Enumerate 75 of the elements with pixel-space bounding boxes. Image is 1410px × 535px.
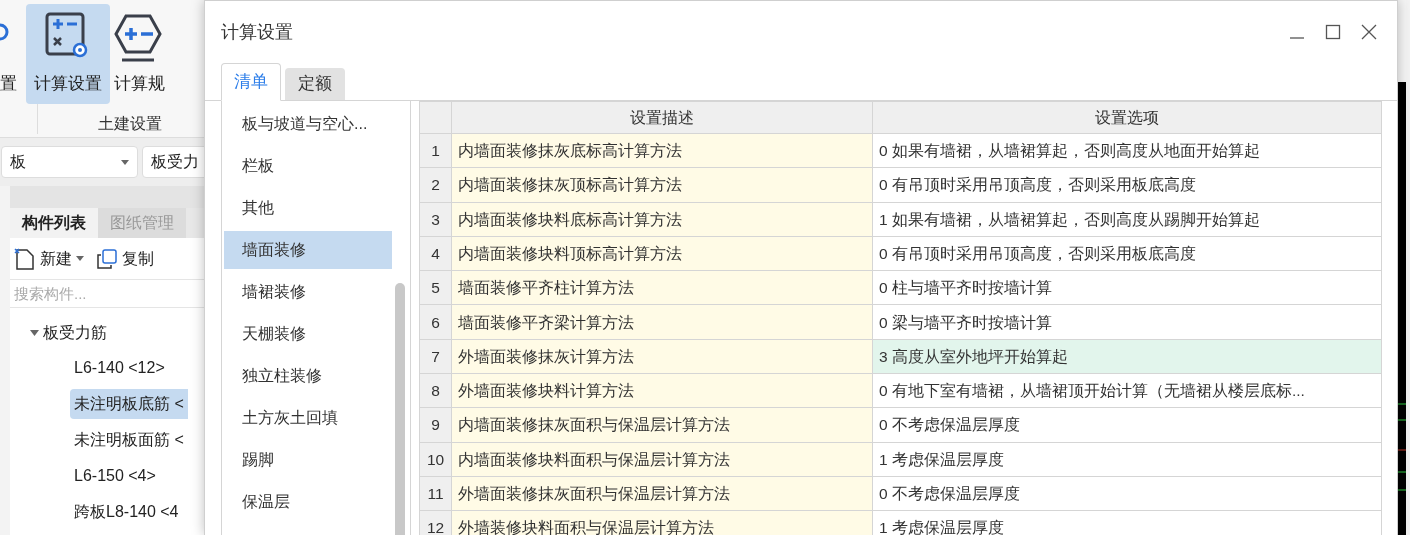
new-file-icon <box>14 247 36 270</box>
table-cell[interactable]: 0 梁与墙平齐时按墙计算 <box>872 305 1382 340</box>
ribbon-group-label: 土建设置 <box>98 114 162 134</box>
row-number: 5 <box>419 270 452 305</box>
search-field[interactable]: 搜索构件... <box>10 280 210 308</box>
ribbon-button[interactable]: 计算规 <box>114 4 198 104</box>
table-cell[interactable]: 0 有地下室有墙裙，从墙裙顶开始计算（无墙裙从楼层底标... <box>872 373 1382 408</box>
tree-item[interactable]: 板受力筋 <box>43 321 107 345</box>
table-cell[interactable]: 3 高度从室外地坪开始算起 <box>872 339 1382 374</box>
copy-icon <box>96 247 118 270</box>
category-item[interactable]: 土方灰土回填 <box>224 399 392 437</box>
maximize-icon[interactable] <box>1325 24 1341 40</box>
table-cell: 墙面装修平齐柱计算方法 <box>451 270 873 305</box>
table-cell: 内墙面装修抹灰面积与保温层计算方法 <box>451 407 873 443</box>
row-number: 10 <box>419 442 452 477</box>
toolbar-button[interactable]: 新建 <box>14 246 84 271</box>
dropdown-selector[interactable]: 板 <box>1 146 139 178</box>
ribbon-button[interactable]: 计算设置 <box>26 4 110 104</box>
table-cell: 墙面装修平齐梁计算方法 <box>451 305 873 340</box>
category-item[interactable]: 栏板 <box>224 147 392 185</box>
table-cell: 内墙面装修块料面积与保温层计算方法 <box>451 442 873 477</box>
toolbar-button[interactable]: 复制 <box>96 246 154 271</box>
row-number: 4 <box>419 236 452 271</box>
tree-item[interactable]: 跨板L8-140 <4 <box>70 497 183 527</box>
tree-item[interactable]: 未注明板底筋 < <box>70 389 188 419</box>
ribbon-button[interactable]: 置 <box>0 4 22 104</box>
table-cell: 内墙面装修块料顶标高计算方法 <box>451 236 873 271</box>
row-number: 8 <box>419 373 452 408</box>
table-cell[interactable]: 0 柱与墙平齐时按墙计算 <box>872 270 1382 305</box>
table-cell: 内墙面装修抹灰底标高计算方法 <box>451 133 873 168</box>
table-cell: 外墙面装修块料计算方法 <box>451 373 873 408</box>
dialog-tab[interactable]: 清单 <box>221 63 281 101</box>
row-number: 9 <box>419 407 452 443</box>
table-cell: 外墙装修块料面积与保温层计算方法 <box>451 510 873 535</box>
table-cell[interactable]: 0 不考虑保温层厚度 <box>872 476 1382 511</box>
tree-item[interactable]: L6-150 <4> <box>70 461 160 491</box>
category-item[interactable]: 保温层 <box>224 483 392 521</box>
table-cell: 外墙面装修抹灰面积与保温层计算方法 <box>451 476 873 511</box>
tree-item[interactable]: L6-140 <12> <box>70 353 169 383</box>
window-title: 计算设置 <box>221 20 293 44</box>
hexagon-plus-minus-icon <box>114 12 162 62</box>
row-number: 3 <box>419 202 452 237</box>
table-cell[interactable]: 0 有吊顶时采用吊顶高度，否则采用板底高度 <box>872 236 1382 271</box>
category-item[interactable]: 天棚装修 <box>224 315 392 353</box>
table-cell[interactable]: 1 考虑保温层厚度 <box>872 442 1382 477</box>
category-item[interactable]: 板与坡道与空心... <box>224 105 392 143</box>
column-header: 设置描述 <box>451 101 873 134</box>
row-number: 12 <box>419 510 452 535</box>
category-item[interactable]: 独立柱装修 <box>224 357 392 395</box>
table-cell[interactable]: 0 有吊顶时采用吊顶高度，否则采用板底高度 <box>872 167 1382 203</box>
row-number: 11 <box>419 476 452 511</box>
table-cell: 内墙面装修块料底标高计算方法 <box>451 202 873 237</box>
category-item[interactable]: 墙裙装修 <box>224 273 392 311</box>
dialog-tab[interactable]: 定额 <box>285 68 345 100</box>
panel-tab[interactable]: 构件列表 <box>10 208 98 238</box>
row-number: 1 <box>419 133 452 168</box>
table-cell[interactable]: 0 如果有墙裙，从墙裙算起，否则高度从地面开始算起 <box>872 133 1382 168</box>
tree-item[interactable]: 未注明板面筋 < <box>70 425 188 455</box>
column-header: 设置选项 <box>872 101 1382 134</box>
category-item[interactable]: 其他 <box>224 189 392 227</box>
expand-caret-icon[interactable] <box>30 330 39 336</box>
table-cell[interactable]: 1 考虑保温层厚度 <box>872 510 1382 535</box>
close-icon[interactable] <box>1361 24 1377 40</box>
row-number: 7 <box>419 339 452 374</box>
caret-icon <box>121 159 130 165</box>
row-number: 2 <box>419 167 452 203</box>
table-cell: 内墙面装修抹灰顶标高计算方法 <box>451 167 873 203</box>
category-item[interactable]: 踢脚 <box>224 441 392 479</box>
scrollbar-thumb[interactable] <box>395 283 405 535</box>
table-cell[interactable]: 1 如果有墙裙，从墙裙算起，否则高度从踢脚开始算起 <box>872 202 1382 237</box>
category-item[interactable]: 墙面装修 <box>224 231 392 269</box>
caret-icon <box>76 256 84 261</box>
row-number: 6 <box>419 305 452 340</box>
table-cell: 外墙面装修抹灰计算方法 <box>451 339 873 374</box>
table-cell[interactable]: 0 不考虑保温层厚度 <box>872 407 1382 443</box>
